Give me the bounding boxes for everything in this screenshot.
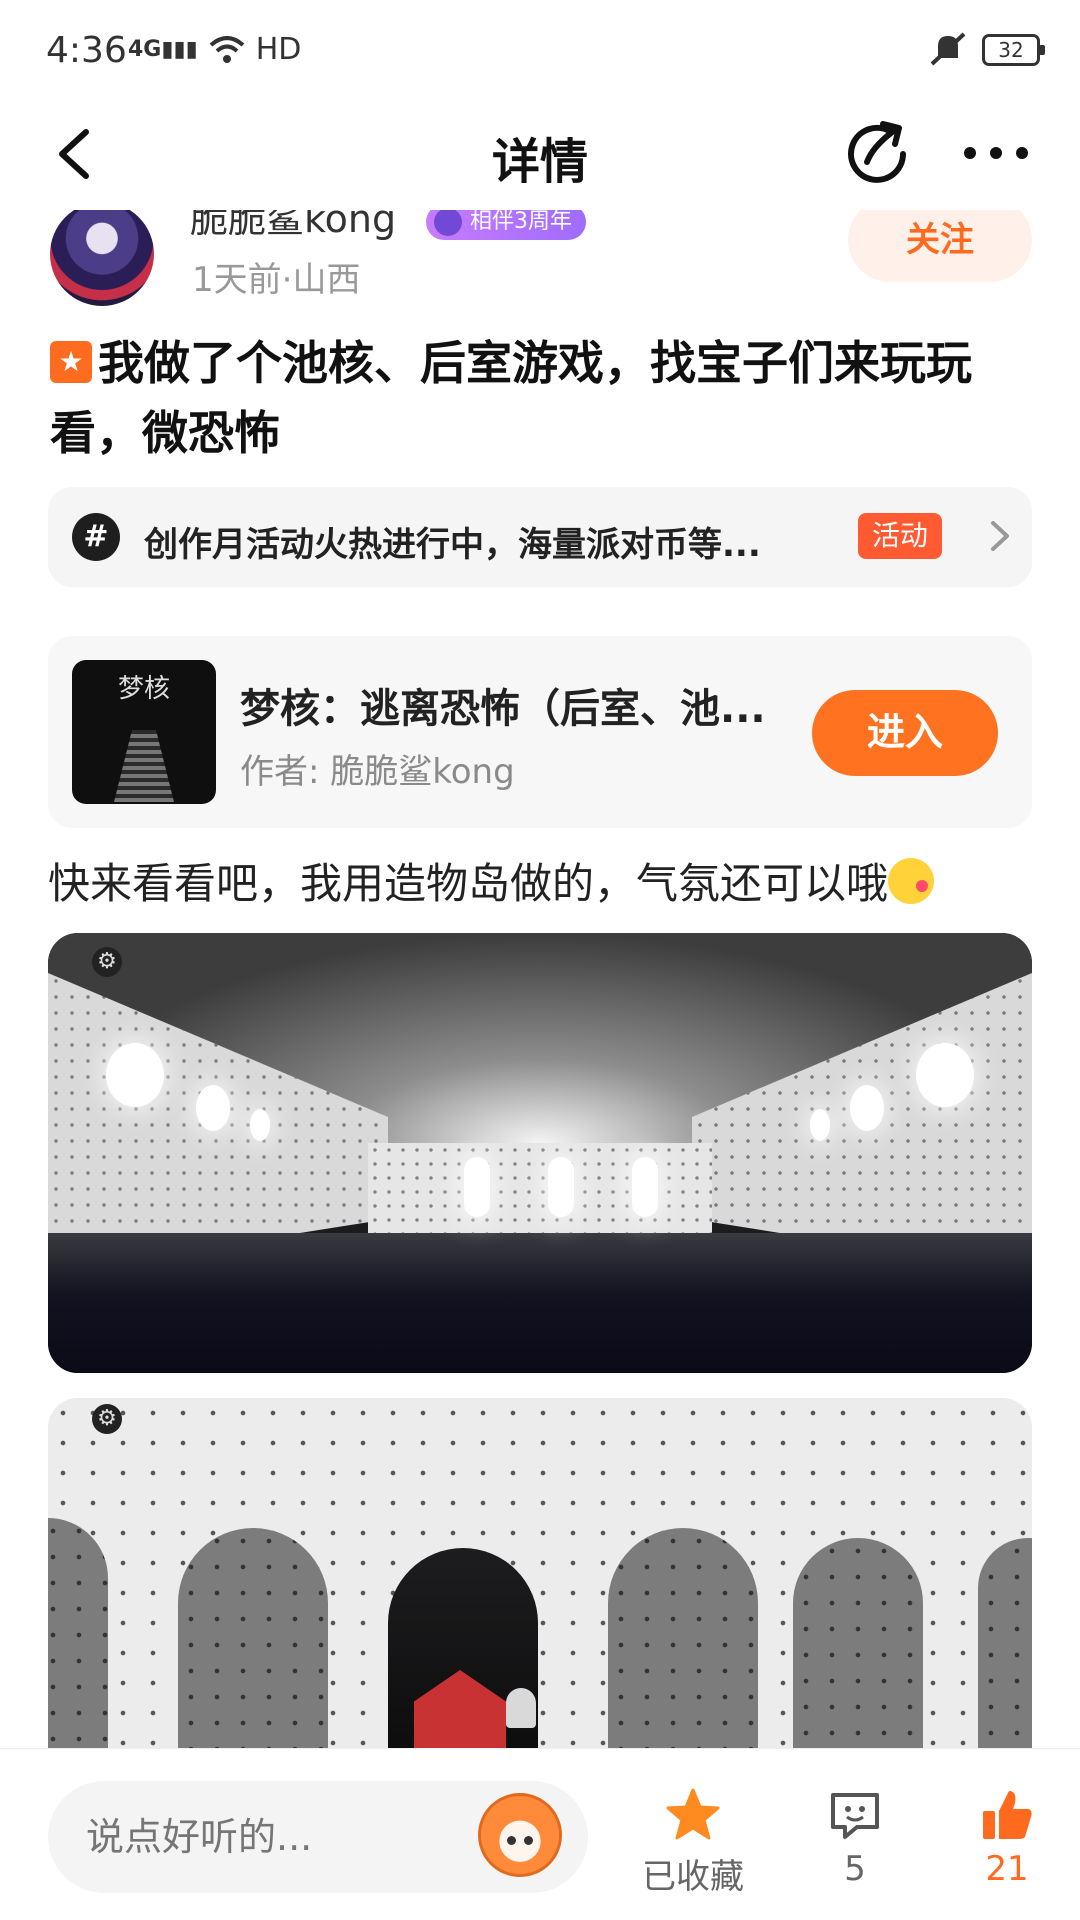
post-title-block: 我做了个池核、后室游戏，找宝子们来玩玩看，微恐怖: [50, 328, 1040, 468]
featured-icon: [50, 341, 92, 383]
event-tag: 活动: [858, 513, 943, 559]
hashtag-icon: #: [72, 513, 120, 561]
thumbs-up-icon: [983, 1791, 1032, 1839]
game-title: 梦核：逃离恐怖（后室、池...: [240, 686, 766, 732]
signal-icon: 4G▮▮▮: [128, 37, 198, 62]
battery-indicator: 32: [982, 34, 1045, 66]
post-title: 我做了个池核、后室游戏，找宝子们来玩玩看，微恐怖: [50, 336, 972, 460]
kiss-emoji-icon: [888, 858, 935, 904]
round-window: [250, 1109, 270, 1141]
post-image[interactable]: ⚙: [48, 933, 1032, 1373]
round-window: [810, 1109, 830, 1141]
follow-button[interactable]: 关注: [848, 210, 1032, 282]
game-author: 作者: 脆脆鲨kong: [240, 752, 515, 792]
ghost-figure: [506, 1688, 536, 1728]
post-body-text: 快来看看吧，我用造物岛做的，气氛还可以哦: [48, 859, 889, 908]
chevron-right-icon: [991, 521, 1009, 551]
status-bar: 4:36 4G▮▮▮ HD 32: [0, 0, 1080, 100]
event-text: 创作月活动火热进行中，海量派对币等...: [144, 525, 761, 565]
badge-label: 相伴3周年: [470, 210, 572, 234]
wifi-label: HD: [255, 32, 302, 67]
post-detail-page: 4:36 4G▮▮▮ HD 32 详情 脆脆鲨kong 相伴3周年 1天前·山西…: [0, 0, 1080, 1920]
status-network: 4G▮▮▮ HD: [128, 32, 301, 67]
arched-window: [464, 1157, 490, 1217]
bottom-action-bar: 已收藏 5 21: [0, 1748, 1080, 1920]
game-thumb-logo: 梦核: [117, 674, 170, 704]
stairs-graphic: [114, 730, 174, 802]
round-window: [106, 1043, 164, 1107]
comment-icon: [831, 1793, 879, 1839]
mascot-icon[interactable]: [478, 1793, 562, 1877]
status-right: 32: [928, 32, 1045, 68]
arched-window: [548, 1157, 574, 1217]
author-row: 脆脆鲨kong 相伴3周年 1天前·山西 关注: [0, 210, 1080, 315]
wifi-icon: [209, 35, 245, 63]
pool-floor: [48, 1233, 1032, 1373]
round-window: [850, 1085, 884, 1131]
favorite-button[interactable]: 已收藏: [628, 1785, 758, 1898]
like-button[interactable]: 21: [942, 1785, 1072, 1889]
page-title: 详情: [491, 134, 588, 190]
like-count: 21: [985, 1849, 1029, 1889]
post-meta: 1天前·山西: [192, 260, 361, 300]
round-window: [196, 1085, 230, 1131]
mute-icon: [930, 32, 966, 66]
game-thumbnail: 梦核: [72, 660, 216, 804]
favorite-label: 已收藏: [642, 1857, 744, 1897]
status-time: 4:36: [46, 30, 127, 71]
round-window: [916, 1043, 974, 1107]
event-banner[interactable]: # 创作月活动火热进行中，海量派对币等... 活动: [48, 487, 1032, 587]
star-icon: [666, 1788, 720, 1840]
avatar[interactable]: [50, 210, 154, 306]
gear-icon: ⚙: [92, 947, 122, 977]
anniversary-badge: 相伴3周年: [426, 210, 586, 240]
enter-game-button[interactable]: 进入: [812, 690, 998, 776]
more-icon[interactable]: [956, 118, 1036, 188]
game-card[interactable]: 梦核 梦核：逃离恐怖（后室、池... 作者: 脆脆鲨kong 进入: [48, 636, 1032, 828]
comment-button[interactable]: 5: [790, 1785, 920, 1889]
author-name[interactable]: 脆脆鲨kong: [190, 210, 396, 243]
post-body: 快来看看吧，我用造物岛做的，气氛还可以哦: [48, 852, 1038, 916]
badge-icon: [434, 210, 462, 236]
comment-count: 5: [844, 1849, 866, 1889]
share-icon[interactable]: [843, 118, 913, 188]
gear-icon: ⚙: [92, 1404, 122, 1434]
arched-window: [632, 1157, 658, 1217]
top-nav: 详情: [0, 100, 1080, 210]
